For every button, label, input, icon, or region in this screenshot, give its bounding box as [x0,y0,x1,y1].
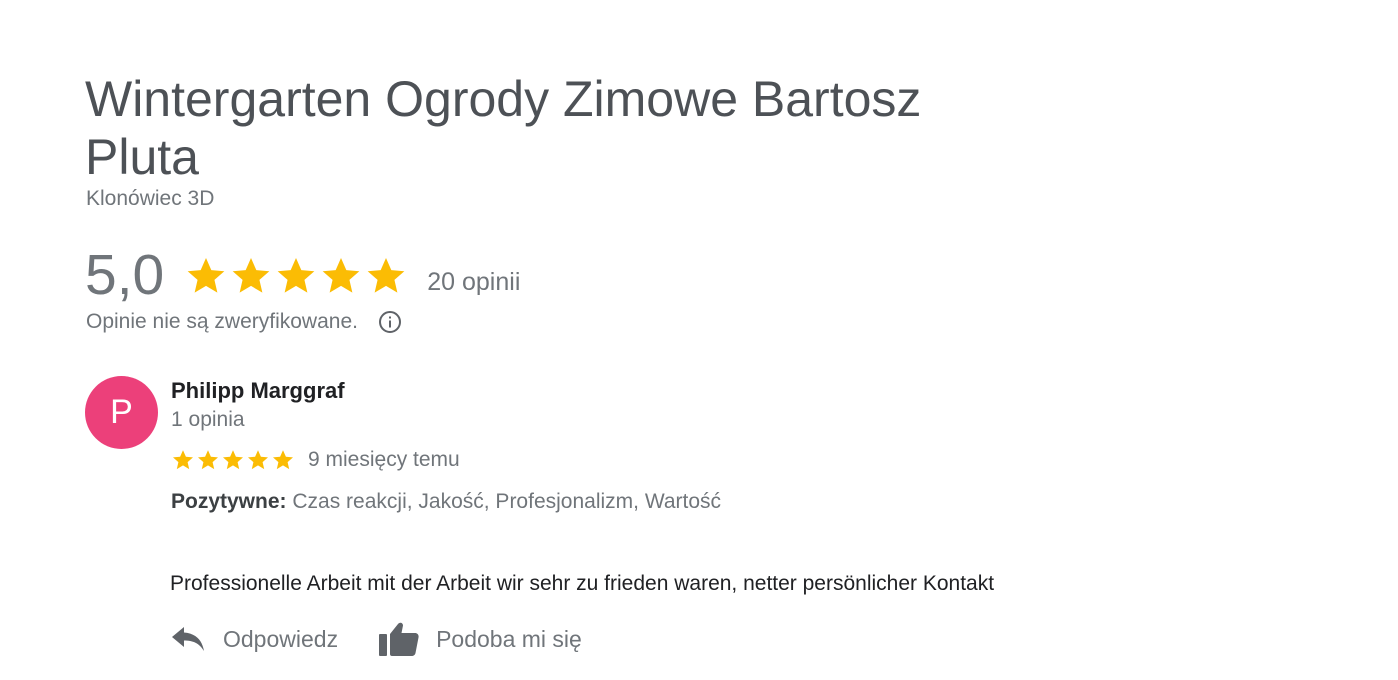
reviewer-name[interactable]: Philipp Marggraf [171,378,345,404]
review-positives: Pozytywne: Czas reakcji, Jakość, Profesj… [171,490,721,514]
business-address: Klonówiec 3D [86,187,215,210]
info-icon[interactable] [378,310,402,334]
star-icon [232,258,270,293]
positives-label: Pozytywne: [171,490,287,513]
review-text: Professionelle Arbeit mit der Arbeit wir… [170,572,995,595]
thumbs-up-icon [379,622,419,656]
star-icon [198,450,218,470]
review-actions: Odpowiedz Podoba mi się [171,620,582,658]
verification-text: Opinie nie są zweryfikowane. [86,310,358,333]
reply-icon [172,627,204,651]
star-icon [248,450,268,470]
avatar[interactable]: P [85,376,158,449]
rating-stars [184,254,409,298]
reply-label: Odpowiedz [223,625,339,652]
star-icon [173,450,193,470]
reviewer-review-count: 1 opinia [171,408,245,431]
reply-button[interactable]: Odpowiedz [171,625,338,653]
business-name: Wintergarten Ogrody Zimowe Bartosz Pluta [85,71,922,185]
positives-value: Czas reakcji, Jakość, Profesjonalizm, Wa… [292,490,722,513]
review-rating: 9 miesięcy temu [171,448,460,472]
review-count-link[interactable]: 20 opinii [427,268,520,297]
verification-note: Opinie nie są zweryfikowane. [86,310,402,334]
review-page: Wintergarten Ogrody Zimowe Bartosz Pluta… [0,0,1398,680]
star-icon [223,450,243,470]
star-icon [187,258,225,293]
like-label: Podoba mi się [436,625,582,652]
rating-value: 5,0 [85,243,165,307]
star-icon [367,258,405,293]
star-icon [273,450,293,470]
rating-summary: 5,0 20 opinii [85,244,520,306]
star-icon [277,258,315,293]
star-icon [322,258,360,293]
like-button[interactable]: Podoba mi się [378,620,582,658]
review-time: 9 miesięcy temu [308,448,460,471]
